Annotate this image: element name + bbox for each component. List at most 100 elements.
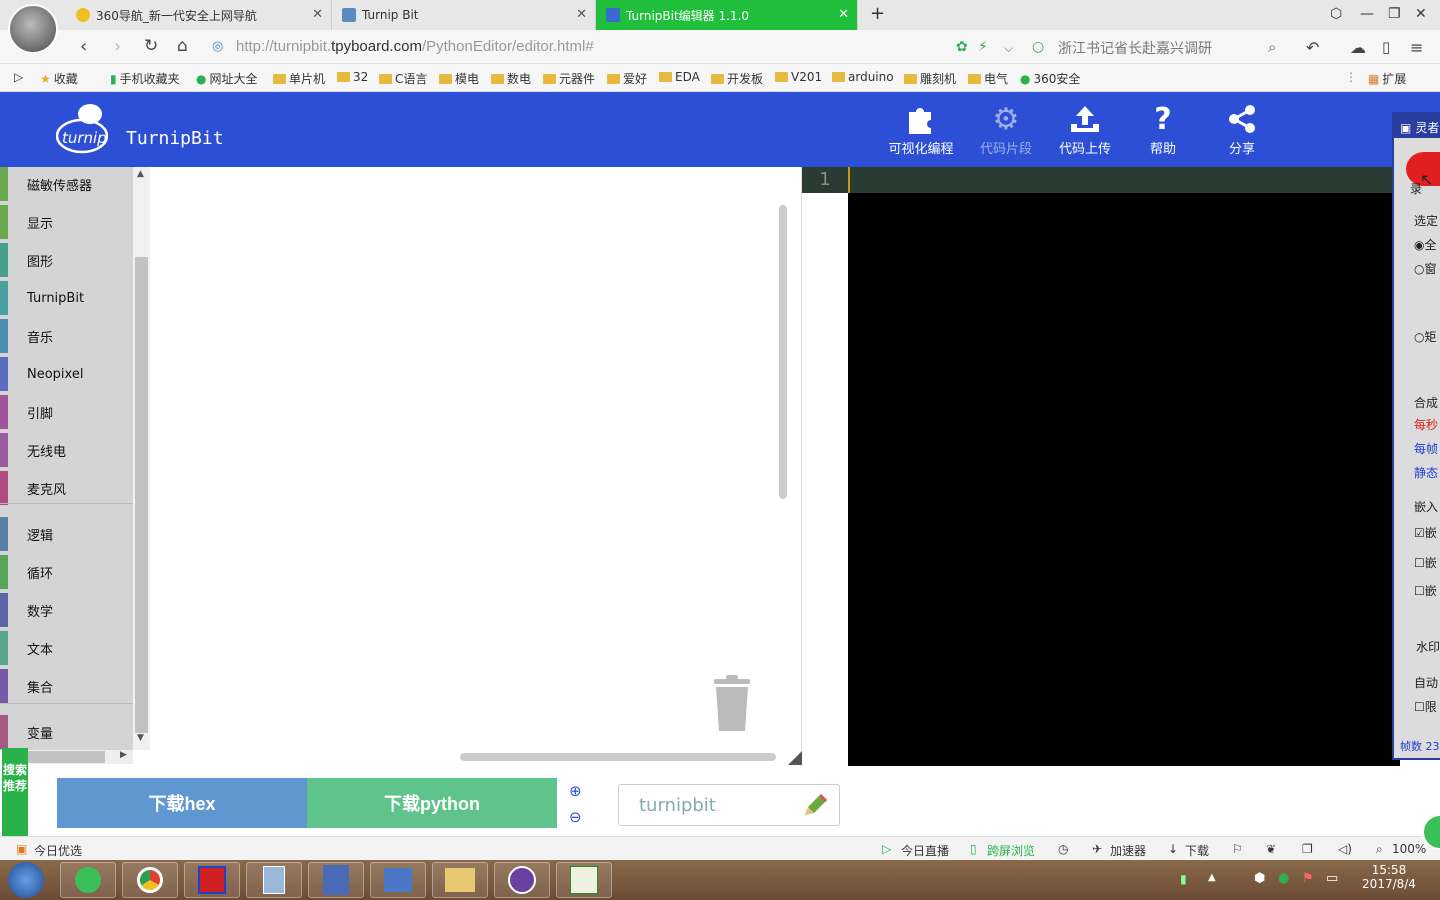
site-info-icon[interactable]: ◎ bbox=[212, 39, 223, 54]
sidebar-toggle-icon[interactable]: ▷ bbox=[14, 70, 23, 84]
speed-icon[interactable]: ⚡ bbox=[978, 39, 988, 55]
category-item[interactable]: 显示 bbox=[0, 205, 133, 239]
search-engine-icon[interactable]: ○ bbox=[1032, 39, 1044, 55]
taskbar-app-recorder[interactable] bbox=[556, 862, 612, 898]
download-link[interactable]: 下载 bbox=[1185, 842, 1209, 859]
download-python-button[interactable]: 下载python bbox=[307, 778, 557, 828]
category-item[interactable]: 无线电 bbox=[0, 433, 133, 467]
live-link[interactable]: 今日直播 bbox=[901, 842, 949, 859]
hscroll-thumb[interactable] bbox=[28, 751, 105, 763]
limit-checkbox[interactable]: ☐限 bbox=[1414, 698, 1437, 715]
toolbox-hscroll[interactable]: ▶ bbox=[28, 750, 133, 764]
radio-rect[interactable]: ○矩 bbox=[1414, 328, 1437, 345]
scroll-right-icon[interactable]: ▶ bbox=[120, 750, 127, 760]
minimize-button[interactable]: — bbox=[1360, 6, 1374, 22]
volume-icon[interactable]: ◁) bbox=[1338, 842, 1352, 856]
download-hex-button[interactable]: 下载hex bbox=[57, 778, 307, 828]
tray-icon[interactable]: ⬢ bbox=[1254, 871, 1265, 886]
bookmark-folder[interactable]: V201 bbox=[775, 70, 822, 84]
forward-icon[interactable]: › bbox=[114, 36, 121, 57]
taskbar-app-buildings[interactable] bbox=[308, 862, 364, 898]
tray-flag-icon[interactable]: ⚑ bbox=[1302, 871, 1314, 886]
user-avatar[interactable] bbox=[8, 4, 58, 54]
trash-icon[interactable] bbox=[710, 675, 754, 733]
embed-checkbox-3[interactable]: ☐嵌 bbox=[1414, 582, 1437, 599]
skin-icon[interactable]: ⬡ bbox=[1330, 6, 1342, 22]
zoom-level[interactable]: 100% bbox=[1392, 842, 1426, 856]
tray-network-icon[interactable]: ▭ bbox=[1326, 871, 1338, 886]
scroll-down-icon[interactable]: ▼ bbox=[137, 733, 144, 743]
radio-window[interactable]: ○窗 bbox=[1414, 260, 1437, 277]
tab-360-nav[interactable]: 360导航_新一代安全上网导航 ✕ bbox=[66, 0, 332, 30]
close-window-button[interactable]: ✕ bbox=[1415, 6, 1427, 22]
dropdown-icon[interactable]: ⌵ bbox=[1004, 41, 1013, 56]
zoom-out-icon[interactable]: ⊖ bbox=[569, 808, 582, 826]
scroll-up-icon[interactable]: ▲ bbox=[137, 169, 144, 179]
clock[interactable]: 15:58 2017/8/4 bbox=[1360, 863, 1418, 891]
taskbar-app-explorer[interactable] bbox=[432, 862, 488, 898]
cloud-icon[interactable]: ☁ bbox=[1350, 38, 1366, 57]
close-tab-icon[interactable]: ✕ bbox=[312, 7, 323, 22]
bookmark-folder[interactable]: arduino bbox=[832, 70, 894, 84]
category-item[interactable]: 麦克风 bbox=[0, 471, 133, 505]
category-item[interactable]: 文本 bbox=[0, 631, 133, 665]
bookmark-sites[interactable]: ● 网址大全 bbox=[196, 70, 258, 87]
blockly-workspace[interactable] bbox=[150, 167, 802, 766]
daily-picks-link[interactable]: 今日优选 bbox=[34, 842, 82, 859]
new-tab-button[interactable]: + bbox=[870, 3, 885, 24]
search-icon[interactable]: ⌕ bbox=[1268, 38, 1276, 56]
category-item[interactable]: TurnipBit bbox=[0, 281, 133, 315]
back-icon[interactable]: ‹ bbox=[80, 36, 87, 57]
bookmark-folder[interactable]: EDA bbox=[659, 70, 700, 84]
cross-screen-link[interactable]: 跨屏浏览 bbox=[987, 842, 1035, 859]
category-item[interactable]: 音乐 bbox=[0, 319, 133, 353]
resize-handle[interactable] bbox=[788, 751, 802, 765]
accelerator-link[interactable]: 加速器 bbox=[1110, 842, 1146, 859]
tab-turnipbit-editor[interactable]: TurnipBit编辑器 1.1.0 ✕ bbox=[596, 0, 858, 30]
security-icon[interactable]: ✿ bbox=[956, 39, 968, 55]
flag-icon[interactable]: ⚐ bbox=[1232, 842, 1243, 856]
code-upload-button[interactable]: 代码上传 bbox=[1050, 100, 1120, 157]
code-editor[interactable] bbox=[848, 193, 1400, 766]
workspace-hscroll[interactable] bbox=[460, 753, 776, 761]
taskbar-app-cat[interactable] bbox=[494, 862, 550, 898]
menu-icon[interactable]: ≡ bbox=[1410, 38, 1423, 57]
reload-icon[interactable]: ↻ bbox=[144, 36, 158, 56]
tray-360-icon[interactable]: ● bbox=[1278, 871, 1289, 886]
embed-checkbox-2[interactable]: ☐嵌 bbox=[1414, 554, 1437, 571]
filename-input[interactable]: turnipbit bbox=[618, 784, 840, 826]
help-button[interactable]: ? 帮助 bbox=[1128, 100, 1198, 158]
category-item[interactable]: 变量 bbox=[0, 715, 133, 749]
zoom-in-icon[interactable]: ⊕ bbox=[569, 782, 582, 800]
category-item[interactable]: 磁敏传感器 bbox=[0, 167, 133, 201]
radio-fullscreen[interactable]: ◉全 bbox=[1414, 236, 1437, 253]
visual-programming-button[interactable]: 可视化编程 bbox=[886, 100, 956, 157]
bookmark-folder[interactable]: 开发板 bbox=[711, 70, 763, 87]
start-button[interactable] bbox=[8, 862, 44, 898]
category-item[interactable]: 逻辑 bbox=[0, 517, 133, 551]
battery-icon[interactable]: ▮ bbox=[1180, 872, 1187, 886]
category-item[interactable]: 引脚 bbox=[0, 395, 133, 429]
bookmark-favorites[interactable]: ★ 收藏 bbox=[40, 70, 78, 87]
editor-active-line[interactable] bbox=[848, 167, 1400, 193]
phone-icon[interactable]: ▯ bbox=[1382, 38, 1390, 56]
bookmark-mobile[interactable]: ▮ 手机收藏夹 bbox=[110, 70, 180, 87]
taskbar-app-360[interactable] bbox=[60, 862, 116, 898]
scroll-thumb[interactable] bbox=[135, 257, 148, 733]
bookmark-folder[interactable]: 32 bbox=[337, 70, 368, 84]
search-recommend-tab[interactable]: 搜索推荐 bbox=[2, 748, 28, 836]
bookmark-folder[interactable]: 元器件 bbox=[543, 70, 595, 87]
taskbar-app-calculator[interactable] bbox=[246, 862, 302, 898]
bookmark-folder[interactable]: 爱好 bbox=[607, 70, 647, 87]
bookmark-folder[interactable]: 电气 bbox=[968, 70, 1008, 87]
history-icon[interactable]: ◷ bbox=[1058, 842, 1068, 856]
bookmark-folder[interactable]: 雕刻机 bbox=[904, 70, 956, 87]
url-field[interactable]: http://turnipbit.tpyboard.com/PythonEdit… bbox=[236, 38, 594, 55]
bookmark-folder[interactable]: 模电 bbox=[439, 70, 479, 87]
close-tab-icon[interactable]: ✕ bbox=[838, 7, 849, 22]
category-item[interactable]: 数学 bbox=[0, 593, 133, 627]
undo-icon[interactable]: ↶ bbox=[1306, 38, 1319, 57]
maximize-button[interactable]: ❐ bbox=[1388, 6, 1401, 22]
category-item[interactable]: 图形 bbox=[0, 243, 133, 277]
bookmark-folder[interactable]: 数电 bbox=[491, 70, 531, 87]
